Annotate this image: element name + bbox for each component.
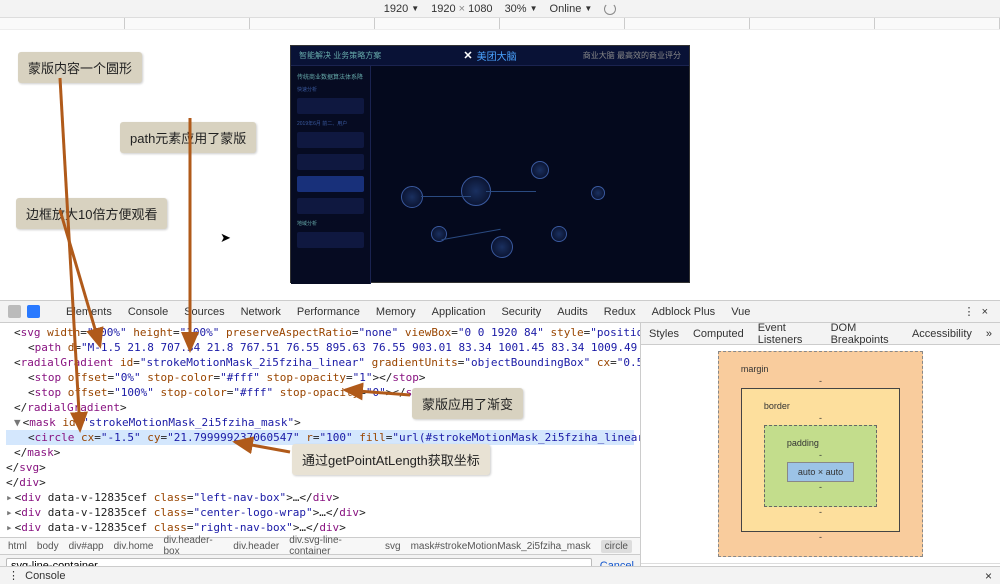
box-model[interactable]: margin - border - padding - auto × auto … (641, 345, 1000, 563)
tab-network[interactable]: Network (241, 306, 281, 318)
tab-styles[interactable]: Styles (649, 328, 679, 340)
tab-audits[interactable]: Audits (557, 306, 588, 318)
devtools-tabs: Elements Console Sources Network Perform… (0, 301, 1000, 323)
tab-event-listeners[interactable]: Event Listeners (758, 323, 817, 346)
console-drawer: ⋮ Console × (0, 566, 1000, 584)
tab-dom-breakpoints[interactable]: DOM Breakpoints (831, 323, 898, 346)
tab-console[interactable]: Console (128, 306, 168, 318)
tab-application[interactable]: Application (432, 306, 486, 318)
tab-memory[interactable]: Memory (376, 306, 416, 318)
device-toolbar: 1920 ▼ 1920 × 1080 30% ▼ Online ▼ (0, 0, 1000, 18)
device-width[interactable]: 1920 ▼ (384, 3, 419, 15)
tab-accessibility[interactable]: Accessibility (912, 328, 972, 340)
tab-vue[interactable]: Vue (731, 306, 750, 318)
preview-viewport: 蒙版内容一个圆形 path元素应用了蒙版 边框放大10倍方便观看 智能解决 业务… (0, 30, 1000, 312)
tab-elements[interactable]: Elements (66, 306, 112, 318)
drawer-menu-icon[interactable]: ⋮ (8, 570, 19, 582)
breadcrumb-item[interactable]: circle (601, 540, 632, 553)
breadcrumb-item[interactable]: div.home (114, 541, 154, 552)
more-icon[interactable]: » (986, 328, 992, 340)
preview-title: 美团大脑 (477, 48, 517, 63)
preview-left-nav: 传统商业数据算法体系降 快速分析 2019年6月 前二、用户 地域分析 (291, 66, 371, 284)
breadcrumb-item[interactable]: body (37, 541, 59, 552)
annotation-label: path元素应用了蒙版 (120, 122, 256, 153)
mouse-cursor-icon: ➤ (220, 230, 231, 246)
devtools-panel: Elements Console Sources Network Perform… (0, 300, 1000, 584)
breadcrumb-item[interactable]: mask#strokeMotionMask_2i5fziha_mask (411, 541, 591, 552)
annotation-label: 蒙版内容一个圆形 (18, 52, 142, 83)
tab-redux[interactable]: Redux (604, 306, 636, 318)
reload-icon[interactable] (604, 3, 616, 15)
preview-header-right: 商业大脑 最高效的商业评分 (583, 50, 681, 61)
breadcrumb-item[interactable]: html (8, 541, 27, 552)
breadcrumb-item[interactable]: svg (385, 541, 401, 552)
breadcrumb-item[interactable]: div.header (233, 541, 279, 552)
console-tab[interactable]: Console (25, 570, 65, 582)
annotation-label: 边框放大10倍方便观看 (16, 198, 167, 229)
device-mode-icon[interactable] (27, 305, 40, 318)
tab-sources[interactable]: Sources (184, 306, 224, 318)
breadcrumb-item[interactable]: div#app (69, 541, 104, 552)
tab-adblock[interactable]: Adblock Plus (652, 306, 716, 318)
responsive-ruler (0, 18, 1000, 30)
page-preview[interactable]: 智能解决 业务策略方案 ✕ 美团大脑 商业大脑 最高效的商业评分 传统商业数据算法… (290, 45, 690, 283)
dom-breadcrumb[interactable]: htmlbodydiv#appdiv.homediv.header-boxdiv… (0, 537, 640, 554)
device-zoom[interactable]: 30% ▼ (505, 3, 538, 15)
annotation-label: 通过getPointAtLength获取坐标 (292, 444, 490, 475)
inspect-icon[interactable] (8, 305, 21, 318)
close-icon[interactable]: × (985, 569, 992, 583)
elements-tree[interactable]: <svg width="100%" height="100%" preserve… (0, 323, 640, 537)
logo-icon: ✕ (463, 49, 472, 62)
styles-tabs: Styles Computed Event Listeners DOM Brea… (641, 323, 1000, 345)
tab-computed[interactable]: Computed (693, 328, 744, 340)
tab-performance[interactable]: Performance (297, 306, 360, 318)
annotation-label: 蒙版应用了渐变 (412, 388, 523, 419)
tab-security[interactable]: Security (501, 306, 541, 318)
more-icon[interactable]: ⋮ × (964, 305, 990, 318)
preview-header-left: 智能解决 业务策略方案 (299, 50, 381, 61)
device-network[interactable]: Online ▼ (550, 3, 593, 15)
